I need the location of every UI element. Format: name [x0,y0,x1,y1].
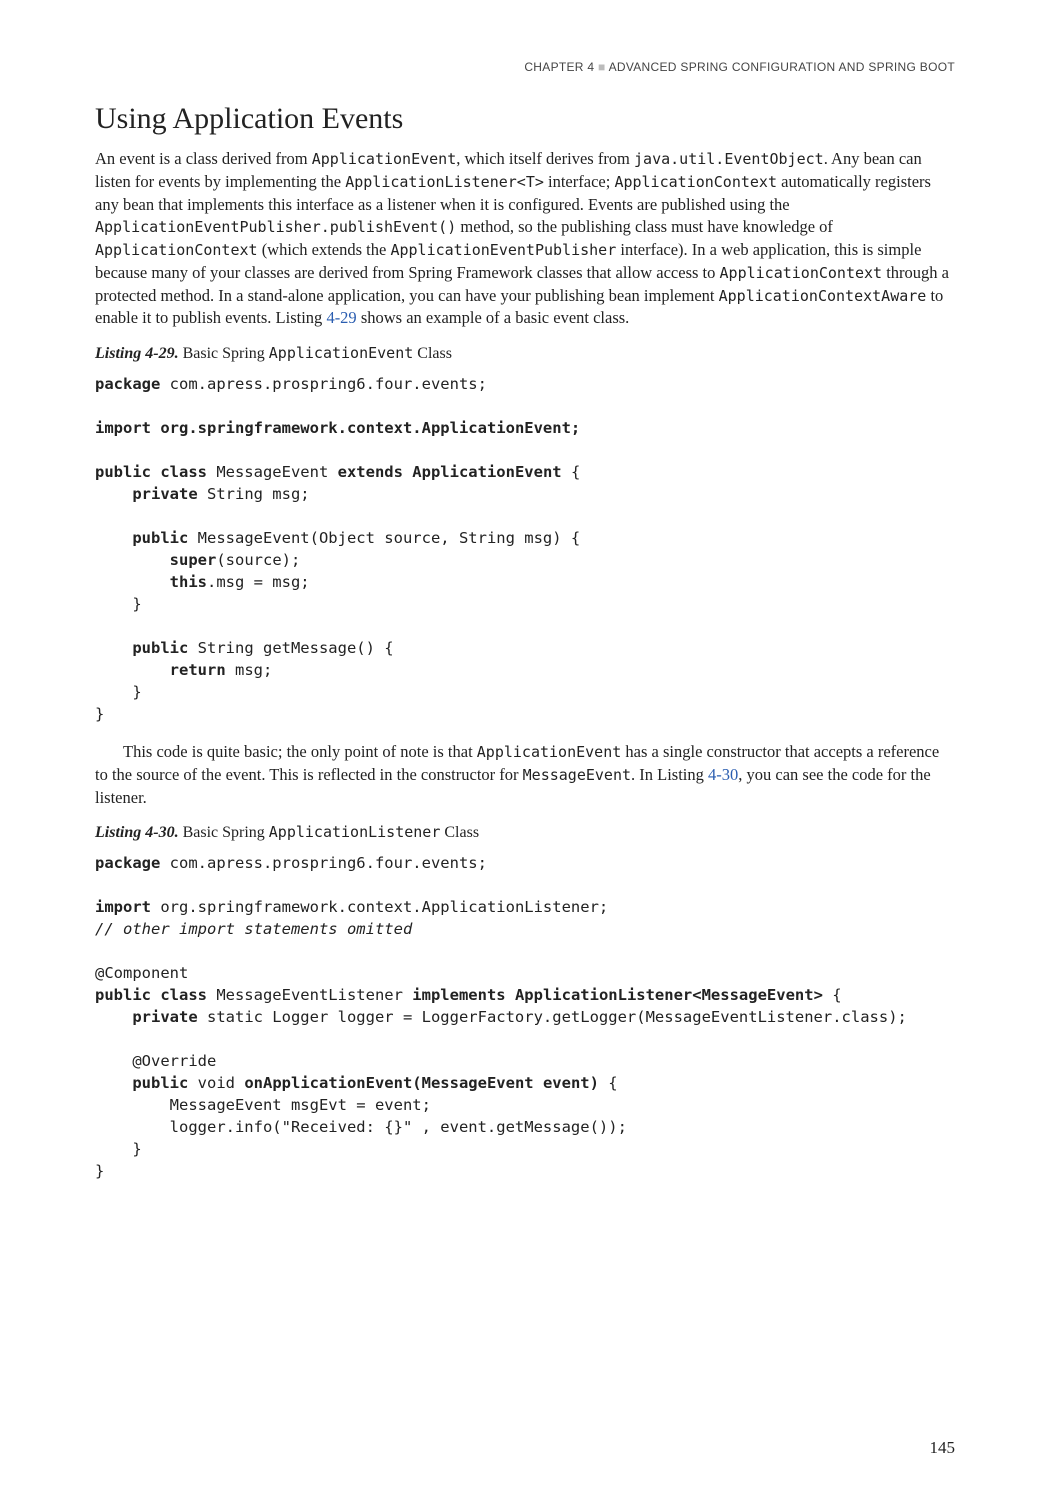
listing-4-30-link[interactable]: 4-30 [708,765,738,784]
paragraph-2: This code is quite basic; the only point… [95,741,955,809]
listing-4-29-caption: Listing 4-29. Basic Spring ApplicationEv… [95,344,955,363]
listing-4-29-link[interactable]: 4-29 [326,308,356,327]
running-header: CHAPTER 4 ■ ADVANCED SPRING CONFIGURATIO… [95,60,955,74]
listing-label: Listing 4-29. [95,345,179,362]
paragraph-1: An event is a class derived from Applica… [95,148,955,330]
square-separator-icon: ■ [598,60,609,74]
page-number: 145 [930,1438,956,1458]
code-listing-4-29: package com.apress.prospring6.four.event… [95,373,955,725]
chapter-title: ADVANCED SPRING CONFIGURATION AND SPRING… [609,60,955,74]
listing-label: Listing 4-30. [95,824,179,841]
section-title: Using Application Events [95,102,955,136]
chapter-label: CHAPTER 4 [524,60,594,74]
listing-4-30-caption: Listing 4-30. Basic Spring ApplicationLi… [95,823,955,842]
code-listing-4-30: package com.apress.prospring6.four.event… [95,852,955,1182]
